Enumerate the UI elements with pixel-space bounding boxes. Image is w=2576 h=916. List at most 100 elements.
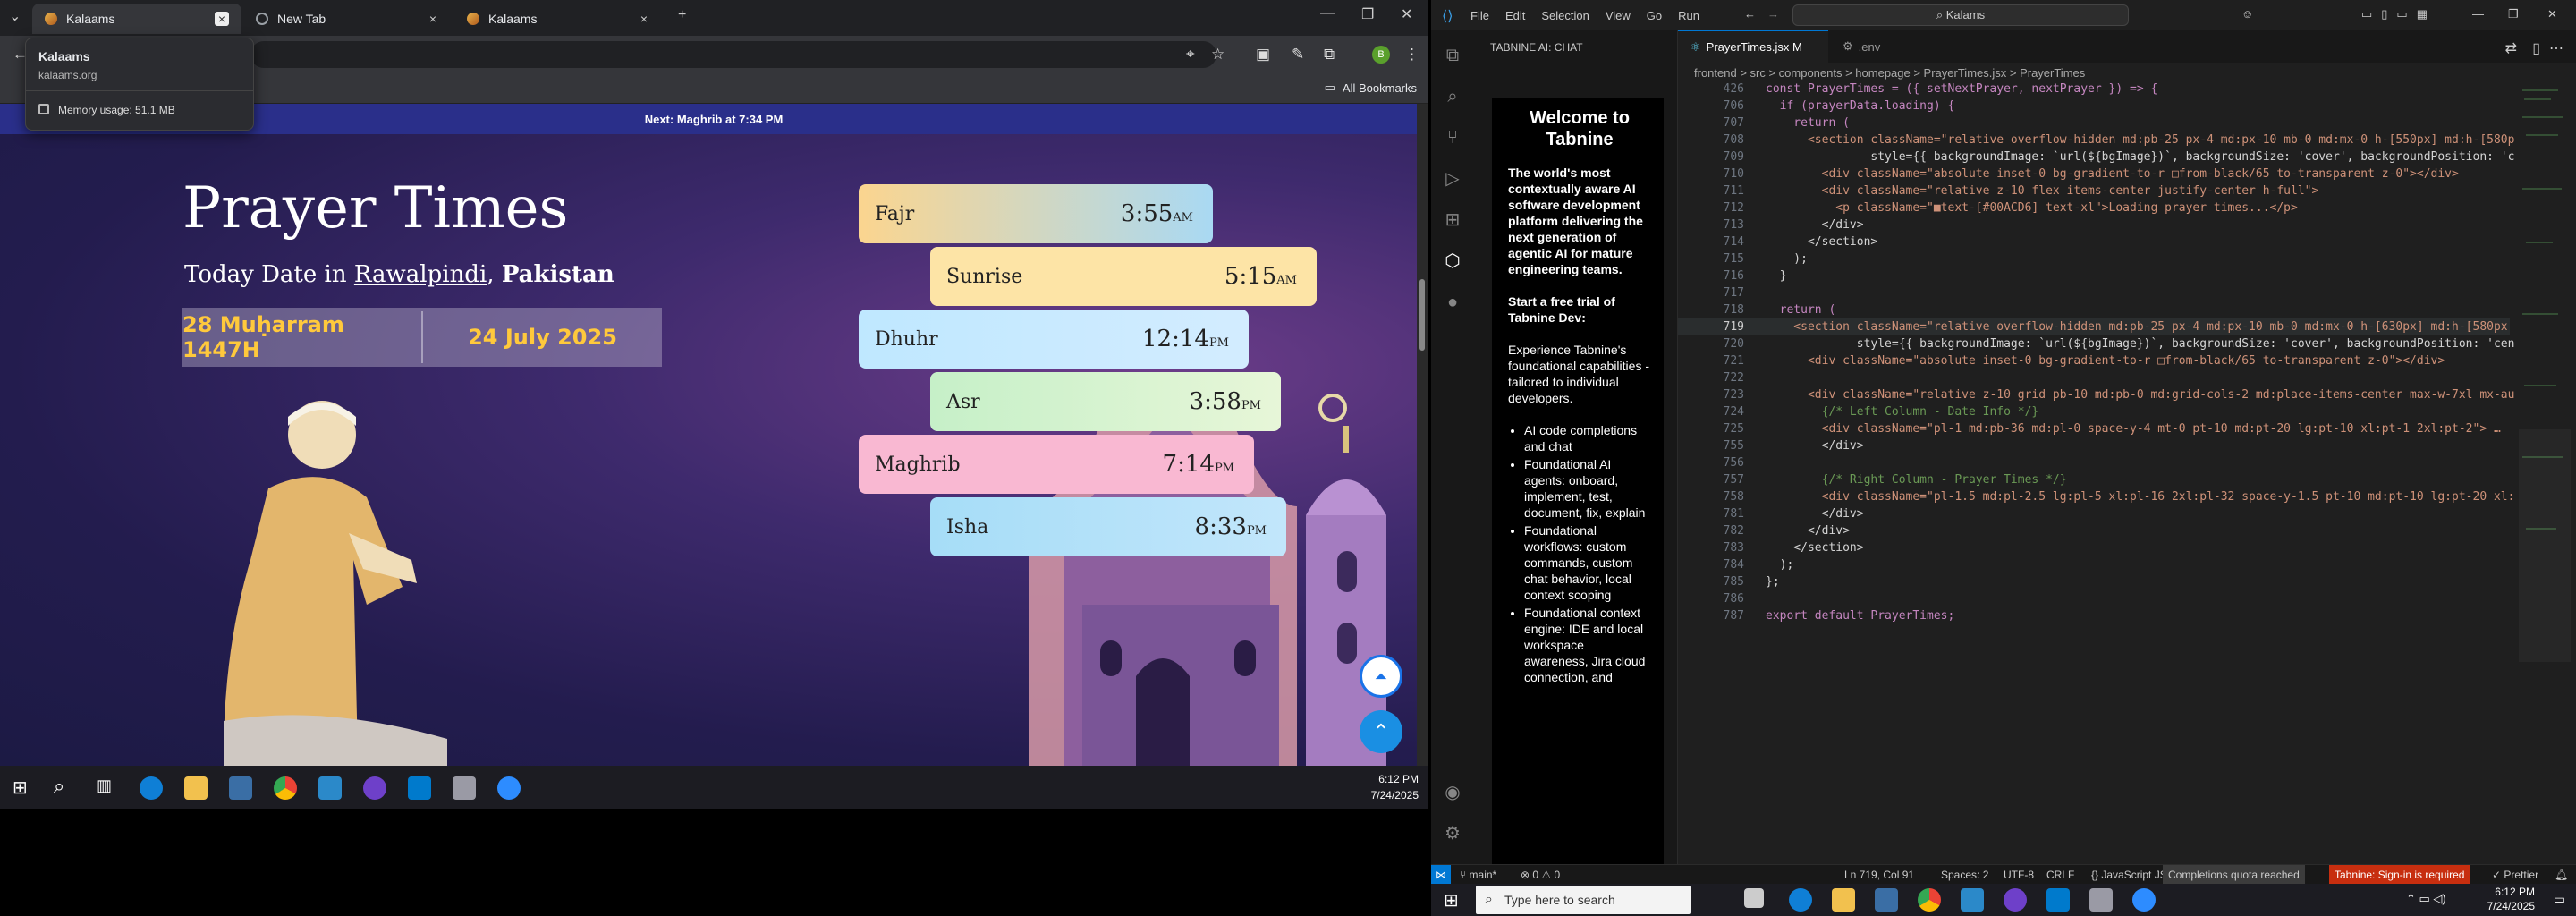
scrollbar-thumb[interactable] <box>1419 279 1425 351</box>
chrome-icon[interactable] <box>274 776 297 800</box>
code-line[interactable]: 756 <box>1678 454 2510 471</box>
tab-new-tab[interactable]: New Tab × <box>243 4 453 34</box>
tabnine-icon[interactable]: ⬡ <box>1442 250 1463 272</box>
app-icon[interactable] <box>318 776 342 800</box>
back-arrow-icon[interactable]: ← <box>1744 7 1756 21</box>
code-line[interactable]: 781 </div> <box>1678 505 2510 522</box>
code-line[interactable]: 725 <div className="pl-1 md:pb-36 md:pl-… <box>1678 420 2510 437</box>
tab-search-icon[interactable]: ⌄ <box>9 7 21 25</box>
profile-avatar[interactable]: B <box>1372 46 1390 64</box>
compare-icon[interactable]: ⇄ <box>2505 39 2517 57</box>
code-line[interactable]: 786 <box>1678 590 2510 607</box>
search-icon[interactable]: ⌕ <box>1442 86 1463 107</box>
extensions-icon[interactable]: ⊞ <box>1442 209 1463 231</box>
code-line[interactable]: 721 <div className="absolute inset-0 bg-… <box>1678 352 2510 369</box>
address-bar[interactable] <box>250 41 1216 68</box>
encoding[interactable]: UTF-8 <box>2004 869 2034 881</box>
source-control-icon[interactable]: ⑂ <box>1442 127 1463 148</box>
remote-icon[interactable]: ⋈ <box>1431 865 1451 885</box>
system-tray-icons[interactable]: ⌃ ▭ ◁) <box>2406 892 2446 906</box>
close-tab-icon[interactable]: × <box>426 12 440 26</box>
zoom-icon[interactable] <box>497 776 521 800</box>
code-line[interactable]: 713 </div> <box>1678 216 2510 233</box>
code-editor[interactable]: 426 const PrayerTimes = ({ setNextPrayer,… <box>1678 81 2515 864</box>
menu-view[interactable]: View <box>1606 9 1631 22</box>
edge-icon[interactable] <box>1789 888 1812 912</box>
tab-kalaams-active[interactable]: Kalaams × <box>32 4 242 34</box>
windows-start-icon[interactable]: ⊞ <box>13 776 28 799</box>
location-icon[interactable]: ⌖ <box>1186 46 1195 64</box>
github-desktop-icon[interactable] <box>2004 888 2027 912</box>
code-line[interactable]: 426 const PrayerTimes = ({ setNextPrayer,… <box>1678 81 2510 98</box>
explorer-icon[interactable]: ⧉ <box>1442 45 1463 66</box>
vscode-icon[interactable] <box>2046 888 2070 912</box>
code-line[interactable]: 758 <div className="pl-1.5 md:pl-2.5 lg:… <box>1678 488 2515 505</box>
notification-icon[interactable]: ▭ <box>2554 892 2565 907</box>
app-icon-2[interactable] <box>2089 888 2113 912</box>
code-line[interactable]: 710 <div className="absolute inset-0 bg-… <box>1678 165 2510 182</box>
github-desktop-icon[interactable] <box>363 776 386 800</box>
minimize-icon[interactable]: — <box>2472 7 2484 21</box>
code-line[interactable]: 724 {/* Left Column - Date Info */} <box>1678 403 2510 420</box>
store-icon[interactable] <box>1875 888 1898 912</box>
menu-kebab-icon[interactable]: ⋮ <box>1404 46 1419 64</box>
code-line[interactable]: 720 style={{ backgroundImage: `url(${bgI… <box>1678 335 2515 352</box>
zoom-icon[interactable] <box>2132 888 2156 912</box>
layout-icons[interactable]: ▭▯▭▦ <box>2361 7 2436 21</box>
code-line[interactable]: 714 </section> <box>1678 233 2510 250</box>
code-line[interactable]: 755 </div> <box>1678 437 2510 454</box>
maximize-icon[interactable]: ❐ <box>1361 5 1374 23</box>
page-scrollbar[interactable] <box>1417 104 1428 766</box>
code-line[interactable]: 757 {/* Right Column - Prayer Times */} <box>1678 471 2510 488</box>
split-editor-icon[interactable]: ▯ <box>2532 39 2540 57</box>
code-line[interactable]: 722 <box>1678 369 2510 386</box>
menu-go[interactable]: Go <box>1647 9 1662 22</box>
code-line[interactable]: 707 return ( <box>1678 114 2510 131</box>
branch-indicator[interactable]: ⑂ main* <box>1460 869 1496 881</box>
edge-icon[interactable] <box>140 776 163 800</box>
run-debug-icon[interactable]: ▷ <box>1442 168 1463 190</box>
puzzle-icon[interactable]: ⧉ <box>1324 46 1335 64</box>
close-tab-icon[interactable]: × <box>215 12 229 26</box>
new-tab-plus-icon[interactable]: + <box>678 7 686 23</box>
taskbar-search[interactable]: ⌕ Type here to search <box>1476 886 1690 914</box>
task-view-icon[interactable] <box>1744 888 1764 908</box>
menu-run[interactable]: Run <box>1678 9 1699 22</box>
breadcrumb[interactable]: frontend > src > components > homepage >… <box>1694 66 2085 80</box>
app-icon-2[interactable] <box>453 776 476 800</box>
menu-selection[interactable]: Selection <box>1541 9 1589 22</box>
tabnine-signin[interactable]: Tabnine: Sign-in is required <box>2329 865 2470 885</box>
code-line[interactable]: 716 } <box>1678 267 2510 284</box>
scroll-top-outline-button[interactable]: ⏶ <box>1360 655 1402 698</box>
indent-setting[interactable]: Spaces: 2 <box>1941 869 1988 881</box>
app-icon[interactable] <box>1961 888 1984 912</box>
store-icon[interactable] <box>229 776 252 800</box>
code-line[interactable]: 712 <p className="■text-[#00ACD6] text-x… <box>1678 199 2510 216</box>
search-icon[interactable]: ⌕ <box>54 775 64 798</box>
copilot-icon[interactable]: ☺ <box>2241 7 2253 21</box>
task-view-icon[interactable]: ▥ <box>97 776 112 795</box>
file-explorer-icon[interactable] <box>184 776 208 800</box>
close-tab-icon[interactable]: × <box>637 12 651 26</box>
bookmark-star-icon[interactable]: ☆ <box>1211 46 1224 64</box>
language-mode[interactable]: {} JavaScript JSX <box>2091 869 2174 881</box>
eol[interactable]: CRLF <box>2046 869 2074 881</box>
code-line[interactable]: 708 <section className="relative overflo… <box>1678 131 2515 148</box>
account-icon[interactable]: ◉ <box>1442 782 1463 803</box>
chrome-icon[interactable] <box>1918 888 1941 912</box>
tab-env[interactable]: ⚙ .env <box>1830 30 1928 63</box>
code-line[interactable]: 785}; <box>1678 573 2510 590</box>
close-window-icon[interactable]: ✕ <box>2547 7 2557 21</box>
scroll-top-button[interactable]: ⌃ <box>1360 710 1402 753</box>
gear-icon[interactable]: ⚙ <box>1442 823 1463 844</box>
code-line[interactable]: 711 <div className="relative z-10 flex i… <box>1678 182 2510 199</box>
bell-icon[interactable]: 🔔︎ <box>2555 869 2568 881</box>
minimap[interactable] <box>2519 81 2571 864</box>
droplet-icon[interactable]: ● <box>1442 292 1463 313</box>
vscode-icon[interactable] <box>408 776 431 800</box>
maximize-icon[interactable]: ❐ <box>2508 7 2519 21</box>
completions-quota[interactable]: Completions quota reached <box>2163 865 2305 885</box>
tab-prayertimes-jsx[interactable]: ⚛ PrayerTimes.jsx M <box>1678 30 1828 63</box>
pen-icon[interactable]: ✎ <box>1292 46 1304 64</box>
code-line[interactable]: 787 export default PrayerTimes; <box>1678 607 2510 624</box>
